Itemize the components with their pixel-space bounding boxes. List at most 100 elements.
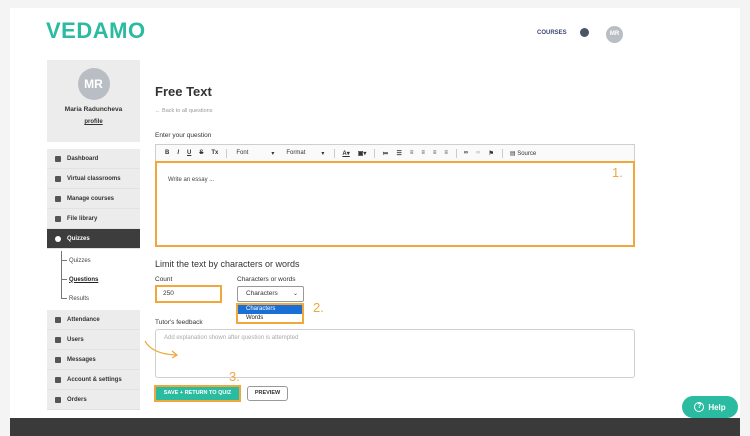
subitem-quizzes[interactable]: Quizzes — [47, 251, 140, 270]
feedback-textarea[interactable]: Add explanation shown after question is … — [155, 329, 635, 378]
quizzes-submenu: Quizzes Questions Results — [47, 249, 140, 310]
cog-icon — [55, 376, 61, 383]
align-right-icon[interactable]: ≡ — [433, 150, 437, 156]
profile-name: Maria Raduncheva — [64, 106, 123, 113]
flag-icon[interactable]: ⚑ — [488, 150, 493, 157]
courses-link[interactable]: COURSES — [537, 30, 567, 36]
sidebar-item-virtual-classrooms[interactable]: Virtual classrooms — [47, 169, 140, 189]
subitem-questions[interactable]: Questions — [47, 270, 140, 289]
sidebar-item-account-settings[interactable]: Account & settings — [47, 370, 140, 390]
profile-card: MR Maria Raduncheva profile — [47, 60, 140, 142]
sidebar-item-label: Attendance — [67, 316, 100, 323]
font-select[interactable]: Font ▾ — [234, 150, 276, 157]
gear-icon — [55, 175, 61, 182]
source-button[interactable]: ▤ Source — [510, 150, 536, 157]
link-icon[interactable]: ∞ — [464, 150, 468, 156]
characters-words-select[interactable]: Characters ⌄ — [237, 286, 304, 302]
chevron-down-icon: ▾ — [271, 150, 275, 157]
option-characters[interactable]: Characters — [238, 305, 302, 314]
format-select-label: Format — [286, 149, 306, 156]
type-label: Characters or words — [237, 276, 296, 283]
select-value: Characters — [246, 290, 278, 297]
sidebar-item-label: Account & settings — [67, 376, 122, 383]
book-icon — [55, 195, 61, 202]
back-link[interactable]: ← Back to all questions — [155, 108, 212, 114]
cloud-icon — [55, 215, 61, 222]
sidebar-item-quizzes[interactable]: Quizzes — [47, 229, 140, 249]
chevron-down-icon: ⌄ — [292, 291, 298, 297]
help-button[interactable]: ? Help — [682, 396, 738, 418]
sidebar: Dashboard Virtual classrooms Manage cour… — [47, 149, 140, 410]
sidebar-item-label: Dashboard — [67, 155, 99, 162]
vedamo-logo[interactable]: VEDAMO — [46, 18, 146, 44]
toolbar-divider — [334, 148, 336, 158]
bold-button[interactable]: B — [165, 150, 169, 156]
top-avatar[interactable]: MR — [606, 26, 623, 43]
align-center-icon[interactable]: ≡ — [421, 150, 425, 156]
users-icon — [55, 336, 61, 343]
limit-section-title: Limit the text by characters or words — [155, 259, 300, 269]
toolbar-divider — [226, 148, 228, 158]
profile-link[interactable]: profile — [47, 119, 140, 125]
sidebar-item-label: Virtual classrooms — [67, 175, 121, 182]
grid-icon — [55, 155, 61, 162]
sidebar-item-dashboard[interactable]: Dashboard — [47, 149, 140, 169]
preview-button[interactable]: PREVIEW — [247, 386, 288, 401]
strike-button[interactable]: S — [199, 150, 203, 156]
option-words[interactable]: Words — [238, 314, 302, 323]
sidebar-item-users[interactable]: Users — [47, 330, 140, 350]
step-3-marker: 3. — [229, 369, 240, 384]
text-color-button[interactable]: A▾ — [342, 150, 349, 157]
sidebar-item-label: Manage courses — [67, 195, 115, 202]
italic-button[interactable]: I — [177, 150, 179, 156]
source-label: Source — [517, 150, 537, 157]
count-input[interactable]: 250 — [155, 285, 222, 303]
select-dropdown: Characters Words — [236, 303, 304, 324]
question-label: Enter your question — [155, 132, 212, 139]
chevron-down-icon: ▾ — [321, 150, 325, 157]
arrow-annotation-icon — [144, 340, 179, 359]
underline-button[interactable]: U — [187, 150, 191, 156]
envelope-icon — [55, 356, 61, 363]
sidebar-item-label: Quizzes — [67, 235, 90, 242]
step-2-marker: 2. — [313, 300, 324, 315]
help-label: Help — [708, 402, 726, 412]
align-justify-icon[interactable]: ≡ — [444, 150, 448, 156]
toolbar-divider — [374, 148, 376, 158]
format-select[interactable]: Format ▾ — [284, 150, 326, 157]
sidebar-item-file-library[interactable]: File library — [47, 209, 140, 229]
unlink-icon[interactable]: ∞ — [476, 150, 480, 156]
editor-toolbar: B I U S Tx Font ▾ Format ▾ A▾ ▣▾ ≔ ☰ ≡ ≡ ≡… — [155, 144, 635, 161]
question-icon — [55, 235, 61, 242]
sidebar-item-label: Orders — [67, 396, 87, 403]
save-return-button[interactable]: SAVE + RETURN TO QUIZ — [154, 385, 241, 402]
bullet-list-icon[interactable]: ☰ — [396, 150, 401, 157]
count-label: Count — [155, 276, 173, 283]
clear-format-button[interactable]: Tx — [211, 150, 218, 156]
cart-icon — [55, 396, 61, 403]
align-left-icon[interactable]: ≡ — [410, 150, 414, 156]
question-editor[interactable]: Write an essay ... — [155, 161, 635, 247]
page-title: Free Text — [155, 84, 212, 99]
sidebar-item-label: Messages — [67, 356, 96, 363]
avatar: MR — [77, 68, 110, 100]
font-select-label: Font — [236, 149, 249, 156]
step-1-marker: 1. — [612, 165, 623, 180]
clipboard-icon — [55, 316, 61, 323]
sidebar-item-attendance[interactable]: Attendance — [47, 310, 140, 330]
numbered-list-icon[interactable]: ≔ — [382, 150, 388, 157]
sidebar-item-label: Users — [67, 336, 84, 343]
toolbar-divider — [501, 148, 503, 158]
help-icon: ? — [694, 402, 705, 412]
sidebar-item-messages[interactable]: Messages — [47, 350, 140, 370]
footer-bar — [10, 418, 740, 436]
sidebar-item-orders[interactable]: Orders — [47, 390, 140, 410]
feedback-label: Tutor's feedback — [155, 319, 203, 326]
globe-icon[interactable] — [580, 28, 589, 37]
sidebar-item-label: File library — [67, 215, 98, 222]
subitem-results[interactable]: Results — [47, 289, 140, 308]
editor-content: Write an essay ... — [168, 177, 215, 183]
background-color-button[interactable]: ▣▾ — [358, 150, 367, 157]
toolbar-divider — [455, 148, 457, 158]
sidebar-item-manage-courses[interactable]: Manage courses — [47, 189, 140, 209]
